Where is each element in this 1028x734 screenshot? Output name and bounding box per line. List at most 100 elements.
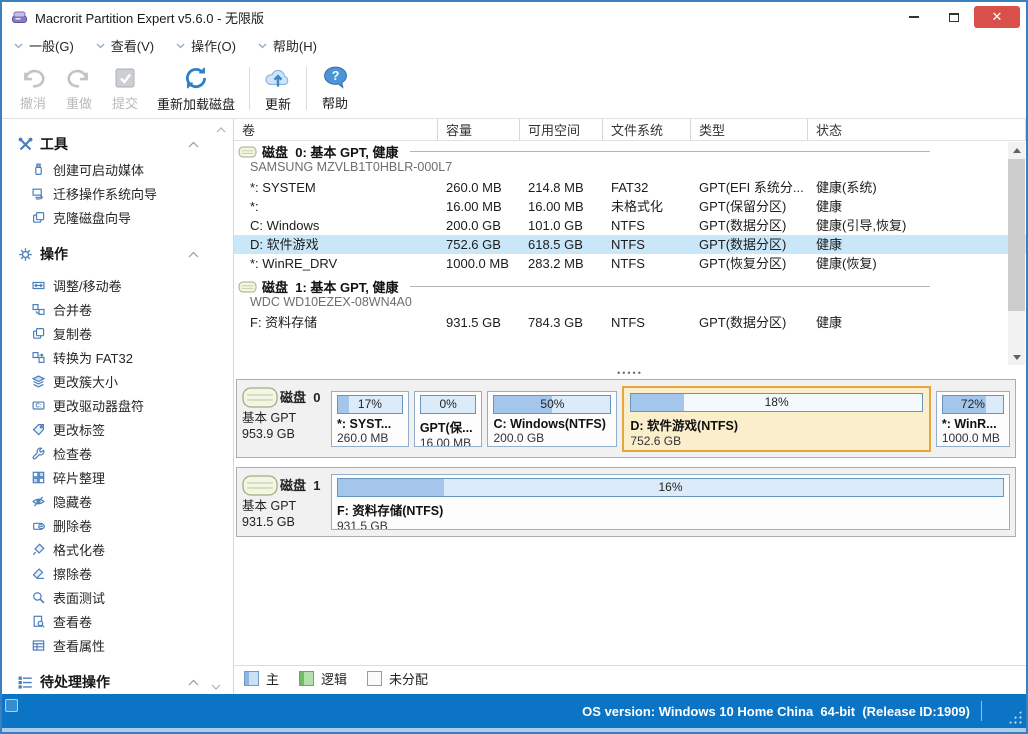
sidebar-item-1-9[interactable]: 隐藏卷 [18,489,233,513]
column-header-3[interactable]: 文件系统 [603,119,691,140]
volume-cell: 214.8 MB [520,178,603,197]
hide-volume-icon [32,495,45,508]
volume-cell: 283.2 MB [520,254,603,273]
scroll-up-arrow[interactable] [1008,142,1025,158]
volume-row-0-4[interactable]: *: WinRE_DRV1000.0 MB283.2 MBNTFSGPT(恢复分… [234,254,1026,273]
sidebar-section-header-2[interactable]: 待处理操作 [18,669,233,694]
sidebar-item-0-0[interactable]: 创建可启动媒体 [18,157,233,181]
sidebar-item-label: 迁移操作系统向导 [53,184,157,203]
partition-block-0-3[interactable]: 18%D: 软件游戏(NTFS)752.6 GB [622,386,930,452]
sidebar-section-title: 工具 [40,134,181,154]
sidebar-item-1-0[interactable]: 调整/移动卷 [18,273,233,297]
collapse-chevron-icon[interactable] [188,679,199,686]
sidebar-item-label: 合并卷 [53,300,92,319]
sidebar-scroll-up-icon[interactable] [216,127,226,133]
volume-row-0-3[interactable]: D: 软件游戏752.6 GB618.5 GBNTFSGPT(数据分区)健康 [234,235,1026,254]
toolbar-button-3[interactable]: 重新加载磁盘 [148,59,244,118]
partition-block-0-4[interactable]: 72%*: WinR...1000.0 MB [936,391,1010,447]
menu-item-3[interactable]: 帮助(H) [258,36,317,55]
sidebar-item-1-2[interactable]: 复制卷 [18,321,233,345]
disk-map-info-1[interactable]: 磁盘 1基本 GPT931.5 GB [242,472,326,532]
collapse-chevron-icon[interactable] [188,141,199,148]
column-header-4[interactable]: 类型 [691,119,808,140]
disk-model-label: WDC WD10EZEX-08WN4A0 [234,295,1026,311]
legend-item-unallocated: 未分配 [367,669,428,688]
table-scrollbar[interactable] [1008,142,1025,365]
sidebar-item-0-2[interactable]: 克隆磁盘向导 [18,205,233,229]
partition-label: GPT(保... [420,417,477,436]
toolbar-button-5[interactable]: 更新 [255,59,301,118]
close-button[interactable]: ✕ [974,6,1020,28]
sidebar-item-1-5[interactable]: C:更改驱动器盘符 [18,393,233,417]
toolbar: 撤消重做提交重新加载磁盘更新?帮助 [2,59,1026,119]
column-header-5[interactable]: 状态 [808,119,1026,140]
disk-group-header-1[interactable]: 磁盘 1: 基本 GPT, 健康 [234,278,1026,295]
disk-map-info-0[interactable]: 磁盘 0基本 GPT953.9 GB [242,384,326,453]
sidebar-item-1-6[interactable]: 更改标签 [18,417,233,441]
volume-row-0-0[interactable]: *: SYSTEM260.0 MB214.8 MBFAT32GPT(EFI 系统… [234,178,1026,197]
volume-cell: *: [234,197,438,216]
partition-block-0-0[interactable]: 17%*: SYST...260.0 MB [331,391,409,447]
minimize-button[interactable] [894,5,934,29]
sidebar-scroll-down-icon[interactable] [211,684,221,690]
sidebar-section-header-0[interactable]: 工具 [18,131,233,157]
statusbar-divider [981,701,982,721]
sidebar-item-1-1[interactable]: 合并卷 [18,297,233,321]
usage-percent-label: 18% [631,395,921,409]
column-header-0[interactable]: 卷 [234,119,438,140]
sidebar-item-0-1[interactable]: 迁移操作系统向导 [18,181,233,205]
volume-cell: 健康(引导,恢复) [808,216,1026,235]
volume-cell: C: Windows [234,216,438,235]
sidebar-item-1-7[interactable]: 检查卷 [18,441,233,465]
legend-item-logical: 逻辑 [299,669,347,688]
sidebar-section-items: 创建可启动媒体迁移操作系统向导克隆磁盘向导 [18,157,233,229]
partition-size-label: 260.0 MB [337,431,403,445]
column-header-1[interactable]: 容量 [438,119,520,140]
usage-bar: 16% [337,478,1004,497]
disk-drive-icon [238,145,257,159]
sidebar-item-1-10[interactable]: 删除卷 [18,513,233,537]
volume-cell: 931.5 GB [438,313,520,332]
menu-item-label: 操作(O) [191,36,236,55]
toolbar-separator [306,67,307,110]
sidebar-section-header-1[interactable]: 操作 [18,241,233,267]
partition-block-0-2[interactable]: 50%C: Windows(NTFS)200.0 GB [487,391,617,447]
maximize-button[interactable] [934,5,974,29]
titlebar: Macrorit Partition Expert v5.6.0 - 无限版 ✕ [2,2,1026,32]
volume-cell: NTFS [603,313,691,332]
collapse-chevron-icon[interactable] [188,251,199,258]
sidebar-item-1-12[interactable]: 擦除卷 [18,561,233,585]
disk-size-label: 931.5 GB [242,514,326,530]
toolbar-button-0[interactable]: 撤消 [10,59,56,118]
toolbar-button-7[interactable]: ?帮助 [312,59,358,118]
volume-cell: 200.0 GB [438,216,520,235]
sidebar-item-1-8[interactable]: 碎片整理 [18,465,233,489]
volume-row-1-0[interactable]: F: 资料存储931.5 GB784.3 GBNTFSGPT(数据分区)健康 [234,313,1026,332]
horizontal-splitter[interactable]: ••••• [234,367,1026,379]
volume-cell: GPT(EFI 系统分... [691,178,808,197]
clone-disk-icon [32,211,45,224]
scrollbar-thumb[interactable] [1008,159,1025,311]
sidebar-item-label: 创建可启动媒体 [53,160,144,179]
window-bottom-border [2,728,1026,732]
column-header-2[interactable]: 可用空间 [520,119,603,140]
sidebar-item-1-4[interactable]: 更改簇大小 [18,369,233,393]
sidebar-item-1-15[interactable]: 查看属性 [18,633,233,657]
partition-block-1-0[interactable]: 16%F: 资料存储(NTFS)931.5 GB [331,474,1010,530]
disk-group-header-0[interactable]: 磁盘 0: 基本 GPT, 健康 [234,143,1026,160]
menu-item-0[interactable]: 一般(G) [14,36,74,55]
toolbar-button-1[interactable]: 重做 [56,59,102,118]
partition-block-0-1[interactable]: 0%GPT(保...16.00 MB [414,391,483,447]
volume-row-0-1[interactable]: *:16.00 MB16.00 MB未格式化GPT(保留分区)健康 [234,197,1026,216]
sidebar-item-1-14[interactable]: 查看卷 [18,609,233,633]
menu-item-2[interactable]: 操作(O) [176,36,236,55]
sidebar-item-1-13[interactable]: 表面测试 [18,585,233,609]
sidebar-item-1-3[interactable]: 转换为 FAT32 [18,345,233,369]
toolbar-button-2[interactable]: 提交 [102,59,148,118]
scroll-down-arrow[interactable] [1008,349,1025,365]
sidebar-item-1-11[interactable]: 格式化卷 [18,537,233,561]
disk-type-label: 基本 GPT [242,410,326,426]
volume-cell: GPT(数据分区) [691,235,808,254]
menu-item-1[interactable]: 查看(V) [96,36,154,55]
volume-row-0-2[interactable]: C: Windows200.0 GB101.0 GBNTFSGPT(数据分区)健… [234,216,1026,235]
